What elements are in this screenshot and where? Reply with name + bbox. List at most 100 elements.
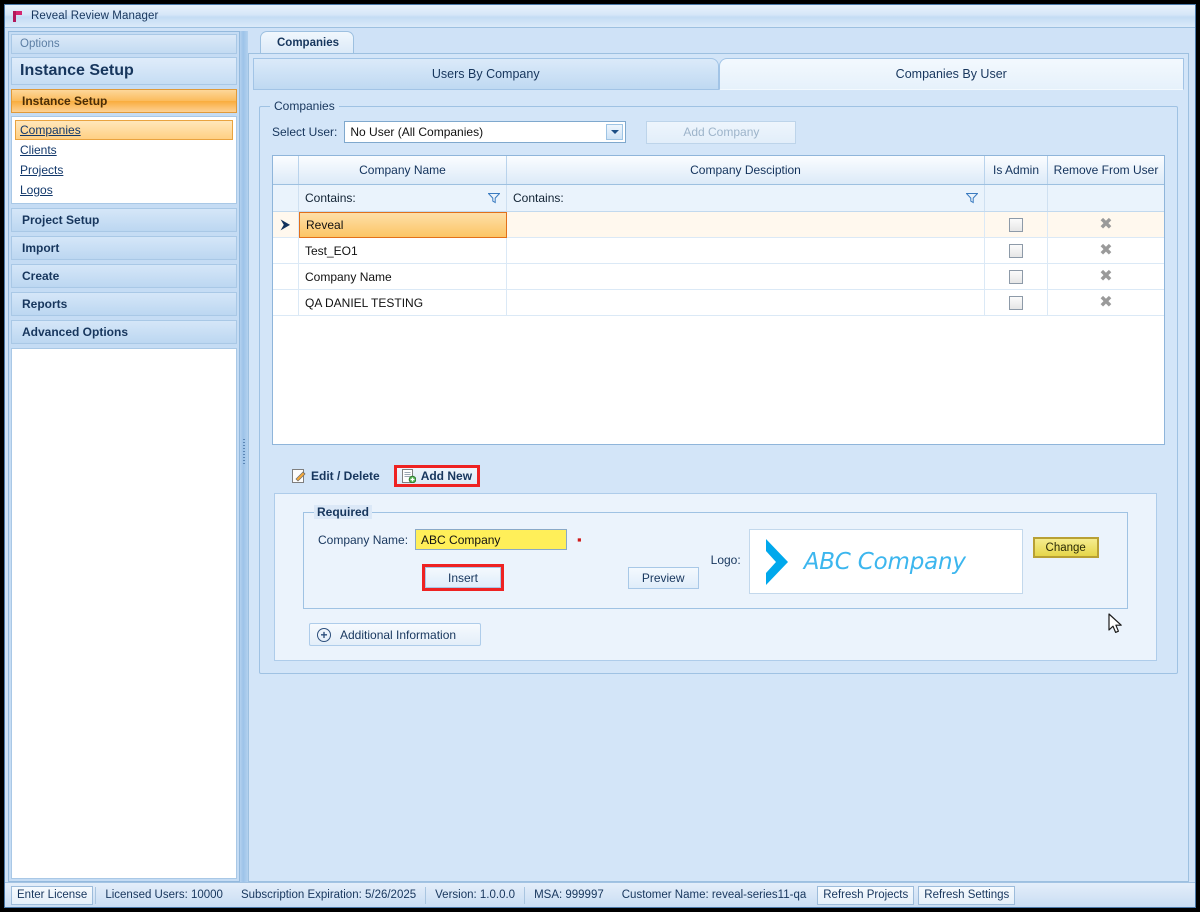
grid-header-is-admin[interactable]: Is Admin [985, 156, 1048, 184]
row-indicator-cell: ⮞ [273, 212, 299, 237]
sidebar-group-label: Reports [22, 297, 68, 311]
sidebar-item-label: Projects [20, 163, 64, 177]
sidebar-group-instance-setup[interactable]: Instance Setup [11, 89, 237, 113]
sidebar-empty-area [11, 348, 237, 879]
cell-company-name[interactable]: Company Name [299, 264, 507, 289]
row-indicator-cell [273, 238, 299, 263]
sidebar-item-logos[interactable]: Logos [15, 180, 233, 200]
preview-label: Preview [641, 571, 685, 585]
cell-remove-from-user[interactable]: ✖ [1048, 290, 1164, 315]
inner-tab-body: Companies Select User: No User (All Comp… [253, 90, 1184, 877]
table-row[interactable]: ⮞ Reveal ✖ [273, 212, 1164, 238]
filter-funnel-icon[interactable] [488, 193, 500, 204]
refresh-projects-label: Refresh Projects [823, 889, 909, 901]
sidebar-group-import[interactable]: Import [11, 236, 237, 260]
add-company-button[interactable]: Add Company [646, 120, 797, 144]
add-new-button[interactable]: Add New [393, 465, 481, 487]
sidebar-item-label: Clients [20, 143, 57, 157]
cell-is-admin[interactable] [985, 238, 1048, 263]
cell-company-description[interactable] [507, 238, 985, 263]
cell-remove-from-user[interactable]: ✖ [1048, 212, 1164, 237]
cell-company-name[interactable]: Reveal [299, 212, 507, 238]
additional-information-expander[interactable]: + Additional Information [309, 623, 481, 646]
change-logo-button[interactable]: Change [1032, 537, 1099, 558]
cell-remove-from-user[interactable]: ✖ [1048, 264, 1164, 289]
logo-chevron-icon [765, 538, 788, 585]
is-admin-checkbox[interactable] [1009, 269, 1023, 284]
filter-funnel-icon[interactable] [966, 193, 978, 204]
licensed-users-text: Licensed Users: 10000 [105, 889, 223, 901]
grid-header-company-name[interactable]: Company Name [299, 156, 507, 184]
insert-button-highlight: Insert [422, 564, 504, 591]
grid-filter-company-name[interactable]: Contains: [299, 185, 507, 211]
select-user-dropdown[interactable]: No User (All Companies) [344, 121, 627, 143]
tab-companies-by-user[interactable]: Companies By User [718, 58, 1184, 90]
table-row[interactable]: Test_EO1 ✖ [273, 238, 1164, 264]
sidebar-group-create[interactable]: Create [11, 264, 237, 288]
grid-header-label: Remove From User [1053, 163, 1159, 177]
cell-is-admin[interactable] [985, 264, 1048, 289]
sidebar-group-reports[interactable]: Reports [11, 292, 237, 316]
cell-company-name[interactable]: QA DANIEL TESTING [299, 290, 507, 315]
cell-is-admin[interactable] [985, 290, 1048, 315]
sidebar-sublist: Companies Clients Projects Logos [11, 116, 237, 204]
sidebar-group-advanced-options[interactable]: Advanced Options [11, 320, 237, 344]
add-new-label: Add New [420, 469, 473, 483]
company-name-input[interactable]: ABC Company [415, 529, 568, 550]
is-admin-checkbox[interactable] [1009, 295, 1023, 310]
sidebar-item-clients[interactable]: Clients [15, 140, 233, 160]
remove-x-icon[interactable]: ✖ [1099, 294, 1114, 310]
remove-x-icon[interactable]: ✖ [1099, 216, 1114, 232]
chevron-down-icon[interactable] [606, 124, 624, 140]
row-indicator-cell [273, 264, 299, 289]
sidebar-item-companies[interactable]: Companies [15, 120, 233, 140]
additional-information-label: Additional Information [340, 627, 457, 642]
edit-delete-button[interactable]: Edit / Delete [286, 466, 386, 486]
insert-label: Insert [447, 570, 478, 585]
tab-companies[interactable]: Companies [260, 31, 354, 53]
grid-header-company-description[interactable]: Company Desciption [507, 156, 985, 184]
cell-remove-from-user[interactable]: ✖ [1048, 238, 1164, 263]
tab-users-by-company[interactable]: Users By Company [253, 58, 719, 90]
cell-company-description[interactable] [507, 212, 985, 237]
enter-license-button[interactable]: Enter License [11, 885, 94, 905]
table-row[interactable]: QA DANIEL TESTING ✖ [273, 290, 1164, 316]
sidebar-item-label: Companies [20, 123, 81, 137]
outer-tabstrip: Companies [248, 31, 1189, 53]
sidebar-item-projects[interactable]: Projects [15, 160, 233, 180]
remove-x-icon[interactable]: ✖ [1099, 242, 1114, 258]
grid-header-remove-from-user[interactable]: Remove From User [1048, 156, 1164, 184]
main-panel: Companies Users By Company Companies By … [248, 31, 1192, 882]
cell-text: Reveal [306, 218, 344, 232]
reveal-logo-icon [12, 10, 24, 23]
companies-groupbox-legend: Companies [270, 99, 339, 113]
grid-filter-company-description[interactable]: Contains: [507, 185, 985, 211]
sidebar-group-label: Project Setup [22, 213, 100, 227]
window-title: Reveal Review Manager [31, 10, 159, 22]
is-admin-checkbox[interactable] [1009, 243, 1023, 258]
change-label: Change [1045, 541, 1086, 554]
refresh-settings-button[interactable]: Refresh Settings [918, 885, 1016, 905]
refresh-settings-label: Refresh Settings [924, 889, 1010, 901]
insert-button[interactable]: Insert [425, 567, 501, 588]
company-name-value: ABC Company [421, 532, 501, 547]
crud-toolbar: Edit / Delete Add New [286, 463, 1165, 489]
is-admin-checkbox[interactable] [1009, 217, 1023, 232]
cell-text: Test_EO1 [305, 243, 358, 258]
grid-header-label: Is Admin [992, 163, 1040, 177]
cell-is-admin[interactable] [985, 212, 1048, 237]
cell-company-description[interactable] [507, 264, 985, 289]
panel-splitter[interactable] [240, 31, 248, 882]
remove-x-icon[interactable]: ✖ [1099, 268, 1114, 284]
inner-tabstrip: Users By Company Companies By User [253, 58, 1184, 90]
sidebar-group-project-setup[interactable]: Project Setup [11, 208, 237, 232]
logo-preview: ABC Company [748, 529, 1023, 594]
cell-company-description[interactable] [507, 290, 985, 315]
table-row[interactable]: Company Name ✖ [273, 264, 1164, 290]
cell-text: QA DANIEL TESTING [305, 295, 424, 310]
preview-button[interactable]: Preview [627, 567, 699, 589]
sidebar-group-label: Instance Setup [22, 94, 108, 108]
refresh-projects-button[interactable]: Refresh Projects [817, 885, 915, 905]
edit-panel: Required Company Name: ABC Company ▪ Ins… [274, 493, 1157, 661]
cell-company-name[interactable]: Test_EO1 [299, 238, 507, 263]
